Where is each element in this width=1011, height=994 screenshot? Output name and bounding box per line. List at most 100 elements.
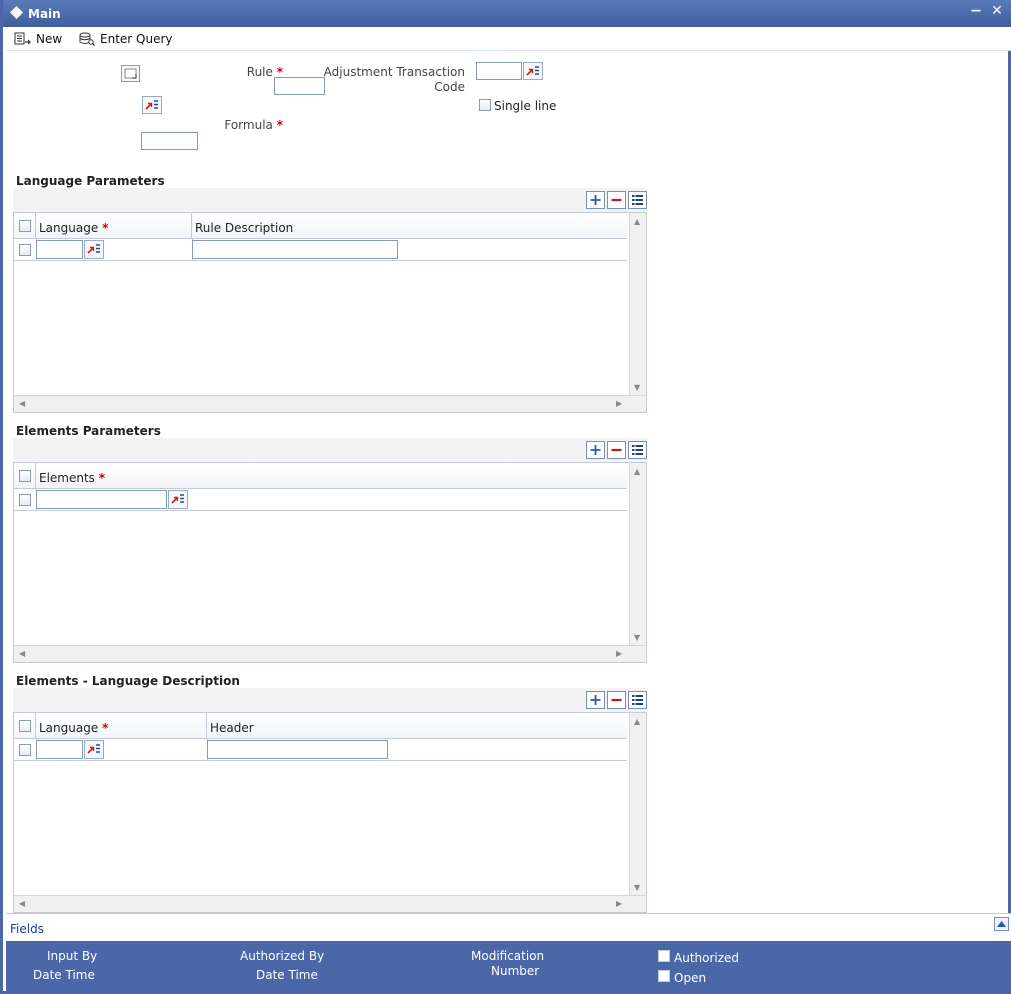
collapse-button[interactable] bbox=[994, 917, 1009, 931]
elements-field[interactable] bbox=[36, 490, 167, 509]
fields-bar: Fields bbox=[6, 913, 1011, 941]
grid-header: Language * Header bbox=[14, 713, 627, 739]
list-view-icon bbox=[632, 695, 643, 705]
scroll-down-arrow[interactable]: ▼ bbox=[634, 883, 640, 892]
close-button[interactable]: ✕ bbox=[989, 3, 1005, 21]
scroll-down-arrow[interactable]: ▼ bbox=[634, 633, 640, 642]
open-checkbox[interactable] bbox=[658, 970, 670, 982]
list-of-values-icon bbox=[87, 744, 100, 754]
adjustment-transaction-code-label: Adjustment Transaction Code bbox=[313, 65, 465, 95]
scroll-right-arrow[interactable]: ▶ bbox=[616, 399, 622, 408]
add-row-button[interactable] bbox=[586, 691, 605, 709]
action-toolbar: New Enter Query bbox=[6, 27, 1011, 51]
fields-link[interactable]: Fields bbox=[10, 922, 44, 936]
delete-row-button[interactable] bbox=[607, 191, 626, 209]
required-mark: * bbox=[102, 221, 109, 235]
horizontal-scrollbar[interactable]: ◀ ▶ bbox=[14, 395, 646, 412]
column-rule-description: Rule Description bbox=[192, 213, 627, 239]
select-all-checkbox[interactable] bbox=[19, 220, 31, 232]
close-icon: ✕ bbox=[991, 3, 1003, 19]
authorized-label: Authorized bbox=[674, 951, 740, 965]
formula-lov-button[interactable] bbox=[142, 96, 162, 114]
scroll-left-arrow[interactable]: ◀ bbox=[19, 899, 25, 908]
add-row-button[interactable] bbox=[586, 191, 605, 209]
add-row-button[interactable] bbox=[586, 441, 605, 459]
minimize-button[interactable]: − bbox=[968, 3, 984, 21]
plus-icon bbox=[590, 695, 601, 705]
delete-row-button[interactable] bbox=[607, 691, 626, 709]
list-of-values-icon bbox=[171, 494, 184, 504]
rule-label-wrap: Rule * bbox=[203, 65, 283, 79]
minimize-icon: − bbox=[970, 3, 982, 19]
horizontal-scrollbar[interactable]: ◀ ▶ bbox=[14, 895, 646, 912]
small-document-button[interactable] bbox=[121, 65, 140, 82]
scroll-up-arrow[interactable]: ▲ bbox=[634, 467, 640, 476]
table-row bbox=[14, 739, 627, 761]
single-view-button[interactable] bbox=[628, 691, 647, 709]
select-all-checkbox[interactable] bbox=[19, 720, 31, 732]
language-field[interactable] bbox=[36, 240, 83, 259]
column-rule-description-label: Rule Description bbox=[195, 221, 294, 235]
column-elements: Elements * bbox=[36, 463, 627, 489]
scroll-up-arrow[interactable]: ▲ bbox=[634, 717, 640, 726]
column-elements-label: Elements bbox=[39, 471, 95, 485]
list-of-values-icon bbox=[526, 66, 539, 76]
elements-lov-button[interactable] bbox=[168, 490, 188, 509]
scroll-right-arrow[interactable]: ▶ bbox=[616, 649, 622, 658]
table-row bbox=[14, 489, 627, 511]
single-view-button[interactable] bbox=[628, 441, 647, 459]
vertical-scrollbar[interactable]: ▲ ▼ bbox=[629, 213, 646, 396]
column-language-label: Language bbox=[39, 721, 99, 735]
header-field[interactable] bbox=[207, 740, 388, 759]
elements-parameters-grid: Elements * ▲ ▼ ◀ ▶ bbox=[13, 462, 647, 663]
formula-label-wrap: Formula * bbox=[193, 118, 283, 132]
scroll-left-arrow[interactable]: ◀ bbox=[19, 649, 25, 658]
scroll-down-arrow[interactable]: ▼ bbox=[634, 383, 640, 392]
rule-description-field[interactable] bbox=[192, 240, 398, 259]
authorized-checkbox[interactable] bbox=[658, 950, 670, 962]
new-label: New bbox=[36, 32, 63, 46]
row-select-checkbox[interactable] bbox=[19, 494, 31, 506]
authorized-date-time-label: Date Time bbox=[256, 968, 318, 982]
scroll-left-arrow[interactable]: ◀ bbox=[19, 399, 25, 408]
minus-icon bbox=[611, 698, 622, 702]
language-lov-button[interactable] bbox=[84, 740, 104, 759]
column-header-label: Header bbox=[210, 721, 254, 735]
plus-icon bbox=[590, 445, 601, 455]
row-select-checkbox[interactable] bbox=[19, 744, 31, 756]
language-lov-button[interactable] bbox=[84, 240, 104, 259]
horizontal-scrollbar[interactable]: ◀ ▶ bbox=[14, 645, 646, 662]
vertical-scrollbar[interactable]: ▲ ▼ bbox=[629, 713, 646, 896]
vertical-scrollbar[interactable]: ▲ ▼ bbox=[629, 463, 646, 646]
elements-parameters-toolbar bbox=[13, 438, 647, 462]
table-row bbox=[14, 239, 627, 261]
language-field[interactable] bbox=[36, 740, 83, 759]
list-view-icon bbox=[632, 445, 643, 455]
plus-icon bbox=[590, 195, 601, 205]
select-all-checkbox[interactable] bbox=[19, 470, 31, 482]
diamond-icon bbox=[10, 6, 23, 19]
date-time-label: Date Time bbox=[33, 968, 95, 982]
header-select-cell bbox=[14, 213, 36, 239]
delete-row-button[interactable] bbox=[607, 441, 626, 459]
adjustment-code-lov-button[interactable] bbox=[523, 62, 543, 80]
new-button[interactable]: New bbox=[14, 29, 62, 49]
enter-query-button[interactable]: Enter Query bbox=[78, 29, 173, 49]
query-icon bbox=[79, 32, 95, 46]
minus-icon bbox=[611, 448, 622, 452]
document-icon bbox=[124, 68, 137, 79]
adjustment-transaction-code-field[interactable] bbox=[476, 62, 522, 80]
row-select-checkbox[interactable] bbox=[19, 244, 31, 256]
scroll-right-arrow[interactable]: ▶ bbox=[616, 899, 622, 908]
new-document-icon bbox=[14, 32, 31, 45]
language-parameters-title: Language Parameters bbox=[16, 174, 165, 188]
language-parameters-toolbar bbox=[13, 188, 647, 212]
single-line-checkbox[interactable] bbox=[479, 99, 491, 111]
column-language-label: Language bbox=[39, 221, 99, 235]
audit-footer: Input By Date Time Authorized By Date Ti… bbox=[6, 941, 1011, 991]
formula-small-field[interactable] bbox=[141, 132, 198, 150]
collapse-up-icon bbox=[997, 921, 1006, 927]
single-view-button[interactable] bbox=[628, 191, 647, 209]
column-language: Language * bbox=[36, 213, 192, 239]
scroll-up-arrow[interactable]: ▲ bbox=[634, 217, 640, 226]
